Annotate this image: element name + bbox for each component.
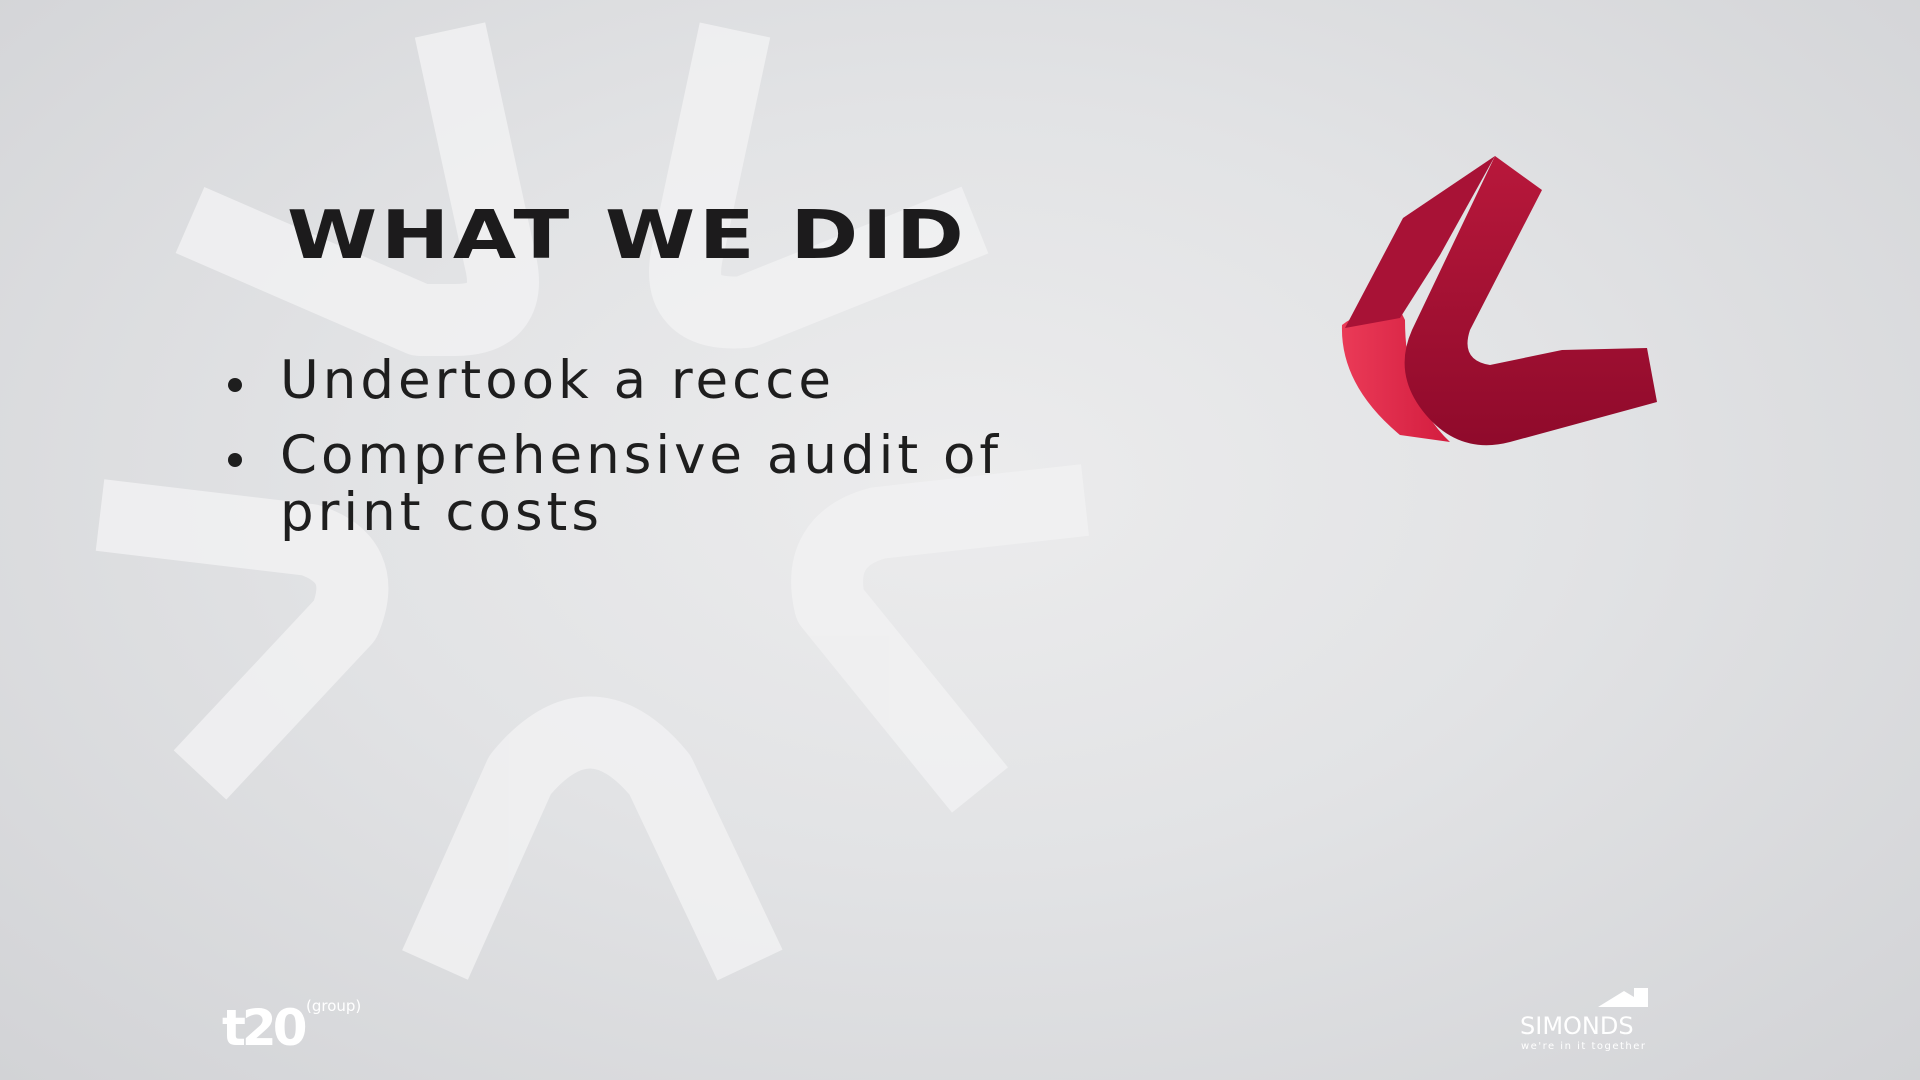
bullet-item: Undertook a recce — [220, 352, 1040, 409]
house-roof-icon — [1598, 988, 1648, 1007]
bullet-text: Comprehensive audit of print costs — [280, 425, 1003, 543]
simonds-wordmark: SIMONDS — [1520, 1012, 1634, 1040]
t20-superscript: (group) — [306, 997, 361, 1015]
simonds-logo: SIMONDS we're in it together — [1520, 988, 1648, 1052]
bullet-item: Comprehensive audit of print costs — [220, 427, 1040, 541]
bullet-text: Undertook a recce — [280, 350, 836, 411]
t20-logo: t20 (group) — [222, 997, 361, 1055]
simonds-tagline: we're in it together — [1521, 1041, 1647, 1052]
slide: WHAT WE DID Undertook a recce Comprehens… — [0, 0, 1920, 1080]
bullet-dot-icon — [228, 453, 242, 467]
checkmark-icon — [1341, 156, 1657, 446]
slide-title: WHAT WE DID — [287, 196, 968, 274]
bullet-list: Undertook a recce Comprehensive audit of… — [220, 352, 1040, 559]
t20-wordmark: t20 — [222, 999, 306, 1055]
bullet-dot-icon — [228, 378, 242, 392]
